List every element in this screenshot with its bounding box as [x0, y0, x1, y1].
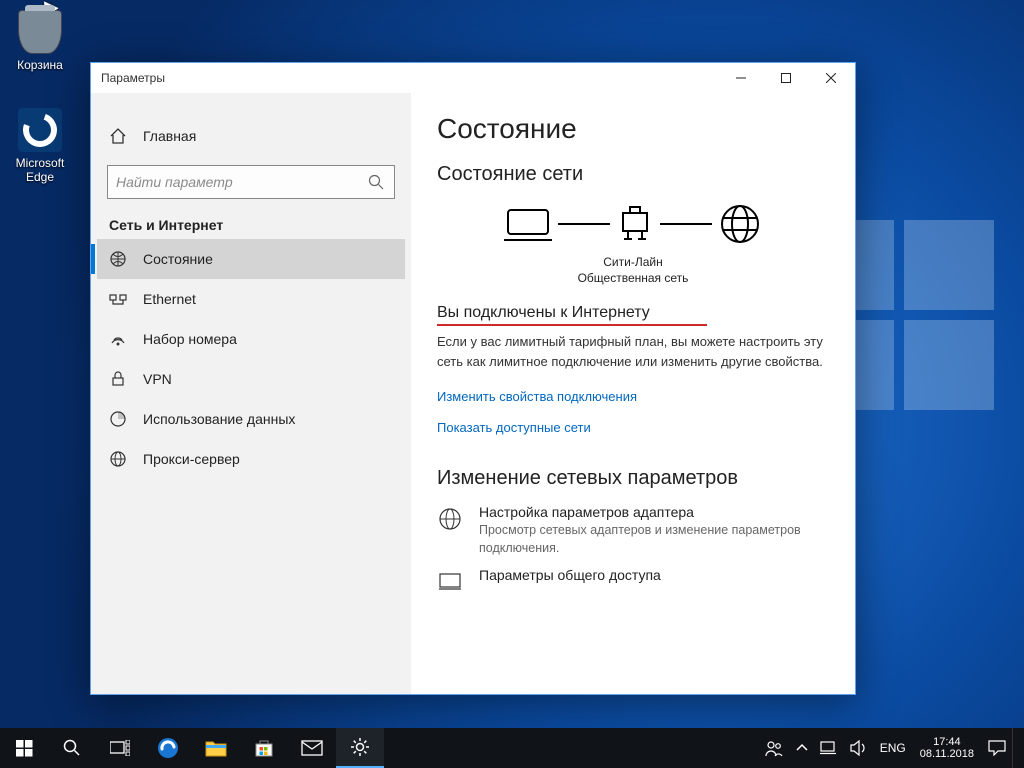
search-placeholder: Найти параметр: [116, 174, 364, 190]
gear-icon: [350, 737, 370, 757]
task-view-icon: [110, 740, 130, 756]
option-adapter-settings[interactable]: Настройка параметров адаптера Просмотр с…: [437, 504, 829, 557]
nav-item-vpn[interactable]: VPN: [97, 359, 405, 399]
globe-icon: [109, 250, 127, 268]
tray-people[interactable]: [758, 728, 790, 768]
nav-item-proxy[interactable]: Прокси-сервер: [97, 439, 405, 479]
edge-icon: [18, 108, 62, 152]
task-view-button[interactable]: [96, 728, 144, 768]
data-usage-icon: [109, 410, 127, 428]
taskbar: ENG 17:44 08.11.2018: [0, 728, 1024, 768]
section-heading: Изменение сетевых параметров: [437, 467, 829, 490]
taskbar-settings[interactable]: [336, 728, 384, 768]
desktop-icon-recycle-bin[interactable]: Корзина: [0, 10, 80, 72]
desktop-icon-label: Корзина: [0, 58, 80, 72]
home-label: Главная: [143, 128, 196, 144]
ethernet-icon: [109, 290, 127, 308]
sharing-icon: [437, 569, 463, 595]
home-icon: [109, 127, 127, 145]
nav-item-label: Набор номера: [143, 331, 237, 347]
taskbar-edge[interactable]: [144, 728, 192, 768]
tray-notifications[interactable]: [982, 728, 1012, 768]
people-icon: [764, 739, 784, 757]
nav-item-label: Состояние: [143, 251, 213, 267]
sidebar: Главная Найти параметр Сеть и Интернет С…: [91, 93, 411, 694]
nav-item-label: Прокси-сервер: [143, 451, 240, 467]
tray-time: 17:44: [933, 736, 961, 748]
link-show-available-networks[interactable]: Показать доступные сети: [437, 420, 591, 435]
computer-icon: [504, 204, 552, 244]
nav-item-label: Использование данных: [143, 411, 295, 427]
tray-clock[interactable]: 17:44 08.11.2018: [912, 728, 982, 768]
tray-chevron-up[interactable]: [790, 728, 814, 768]
taskbar-store[interactable]: [240, 728, 288, 768]
section-heading: Состояние сети: [437, 163, 829, 186]
tray-date: 08.11.2018: [920, 748, 974, 760]
start-button[interactable]: [0, 728, 48, 768]
option-title: Настройка параметров адаптера: [479, 504, 809, 520]
home-button[interactable]: Главная: [97, 117, 405, 155]
recycle-bin-icon: [18, 10, 62, 54]
titlebar[interactable]: Параметры: [91, 63, 855, 93]
router-icon: [616, 205, 654, 243]
settings-window: Параметры Главная Найти параметр: [90, 62, 856, 695]
desktop-icon-label: Microsoft Edge: [0, 156, 80, 184]
annotation-underline: [437, 324, 707, 326]
nav-item-label: VPN: [143, 371, 172, 387]
show-desktop-button[interactable]: [1012, 728, 1018, 768]
search-input[interactable]: Найти параметр: [107, 165, 395, 199]
option-description: Просмотр сетевых адаптеров и изменение п…: [479, 522, 809, 557]
taskbar-mail[interactable]: [288, 728, 336, 768]
tray-volume[interactable]: [844, 728, 874, 768]
main-pane: Состояние Состояние сети Сити-Лайн Общес…: [411, 93, 855, 694]
tray-network[interactable]: [814, 728, 844, 768]
status-description: Если у вас лимитный тарифный план, вы мо…: [437, 332, 829, 371]
globe-icon: [718, 202, 762, 246]
page-title: Состояние: [437, 113, 829, 145]
edge-icon: [157, 737, 179, 759]
minimize-button[interactable]: [718, 63, 763, 93]
search-icon: [63, 739, 81, 757]
diagram-network-name: Сити-Лайн: [437, 254, 829, 270]
proxy-icon: [109, 450, 127, 468]
taskbar-explorer[interactable]: [192, 728, 240, 768]
chevron-up-icon: [796, 742, 808, 754]
vpn-icon: [109, 370, 127, 388]
search-button[interactable]: [48, 728, 96, 768]
volume-icon: [850, 740, 868, 756]
adapter-icon: [437, 506, 463, 532]
option-sharing-settings[interactable]: Параметры общего доступа: [437, 567, 829, 595]
store-icon: [254, 738, 274, 758]
nav-item-label: Ethernet: [143, 291, 196, 307]
notifications-icon: [988, 740, 1006, 756]
mail-icon: [301, 740, 323, 756]
network-icon: [820, 741, 838, 755]
nav-item-ethernet[interactable]: Ethernet: [97, 279, 405, 319]
nav-category: Сеть и Интернет: [109, 217, 393, 233]
diagram-network-type: Общественная сеть: [437, 270, 829, 286]
option-title: Параметры общего доступа: [479, 567, 661, 583]
windows-icon: [16, 740, 33, 757]
nav-item-status[interactable]: Состояние: [97, 239, 405, 279]
folder-icon: [205, 739, 227, 757]
maximize-button[interactable]: [763, 63, 808, 93]
close-button[interactable]: [808, 63, 853, 93]
nav-item-dialup[interactable]: Набор номера: [97, 319, 405, 359]
window-title: Параметры: [101, 71, 718, 85]
tray-language[interactable]: ENG: [874, 728, 912, 768]
dialup-icon: [109, 330, 127, 348]
desktop-icon-edge[interactable]: Microsoft Edge: [0, 108, 80, 184]
status-title: Вы подключены к Интернету: [437, 304, 829, 322]
network-diagram: [437, 202, 829, 246]
nav-item-data-usage[interactable]: Использование данных: [97, 399, 405, 439]
search-icon: [368, 174, 384, 190]
link-change-connection-properties[interactable]: Изменить свойства подключения: [437, 389, 637, 404]
system-tray: ENG 17:44 08.11.2018: [758, 728, 1024, 768]
